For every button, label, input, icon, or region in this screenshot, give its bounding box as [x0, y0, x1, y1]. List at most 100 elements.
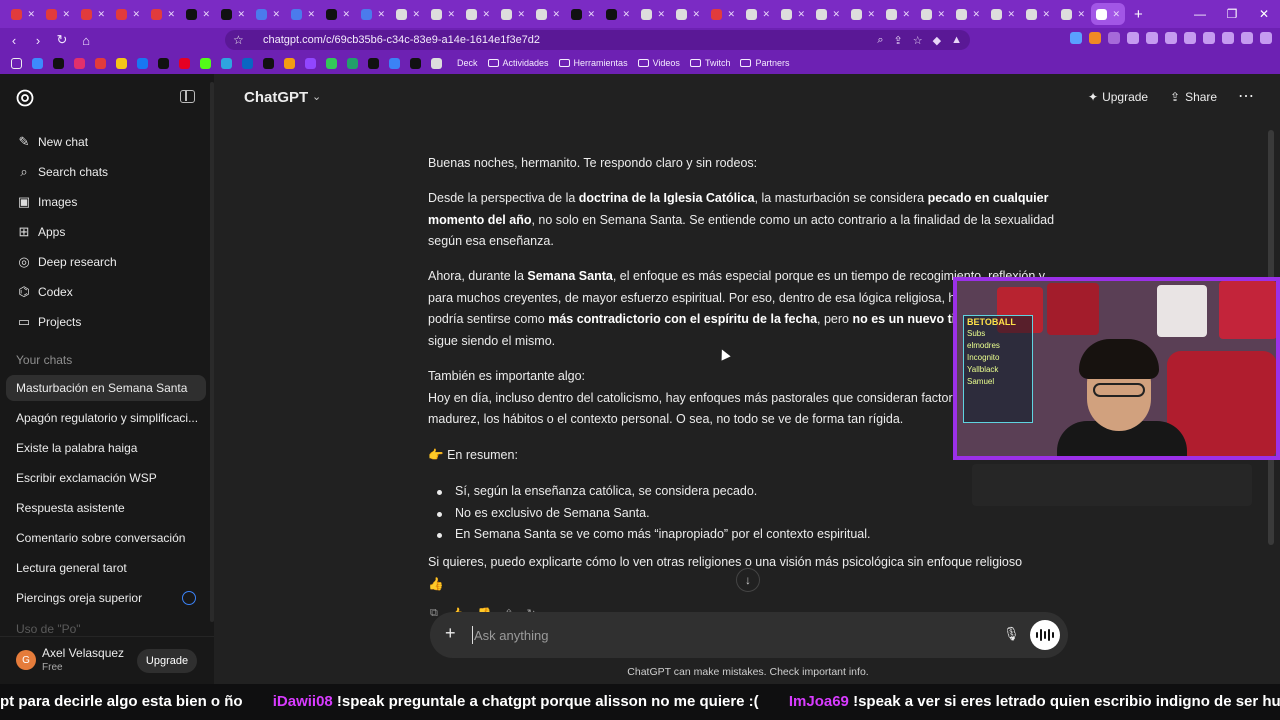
sidebar-item-new-chat[interactable]: ✎ New chat	[6, 128, 206, 156]
bookmark-favicon[interactable]	[116, 57, 127, 69]
bookmark-favicon[interactable]	[53, 57, 64, 69]
browser-tab[interactable]: ✕	[776, 3, 810, 25]
bookmark-icon[interactable]: ☆	[233, 33, 251, 47]
browser-tab[interactable]: ✕	[951, 3, 985, 25]
sidebar-item-projects[interactable]: ▭ Projects	[6, 308, 206, 336]
url-text[interactable]: chatgpt.com/c/69cb35b6-c34c-83e9-a14e-16…	[263, 34, 540, 46]
bookmark-folder-twitch[interactable]: Twitch	[689, 58, 730, 68]
extension-icon[interactable]	[1260, 32, 1272, 44]
extension-icon[interactable]	[1146, 32, 1158, 44]
home-icon[interactable]: ⌂	[76, 33, 96, 48]
sidebar-toggle-icon[interactable]	[180, 90, 195, 103]
browser-tab[interactable]: ✕	[6, 3, 40, 25]
browser-tab[interactable]: ✕	[76, 3, 110, 25]
browser-tab[interactable]: ✕	[251, 3, 285, 25]
browser-tab[interactable]: ✕	[111, 3, 145, 25]
chat-history-item[interactable]: Masturbación en Semana Santa	[6, 375, 206, 401]
openai-logo-icon[interactable]	[15, 88, 35, 108]
extension-icon[interactable]	[1222, 32, 1234, 44]
browser-tab[interactable]: ✕	[846, 3, 880, 25]
browser-tab[interactable]: ✕	[671, 3, 705, 25]
sidebar-item-codex[interactable]: ⌬ Codex	[6, 278, 206, 306]
star-icon[interactable]: ☆	[913, 34, 923, 47]
sidebar-scrollbar[interactable]	[210, 82, 214, 622]
sidebar-item-apps[interactable]: ⊞ Apps	[6, 218, 206, 246]
bookmark-favicon[interactable]	[95, 57, 106, 69]
browser-tab-active[interactable]: ✕	[1091, 3, 1125, 25]
bookmark-favicon[interactable]	[368, 57, 379, 69]
alert-icon[interactable]: ▲	[951, 34, 962, 47]
browser-tab[interactable]: ✕	[531, 3, 565, 25]
bookmark-favicon[interactable]	[305, 57, 316, 69]
chat-history-item[interactable]: Piercings oreja superior	[6, 585, 206, 611]
browser-tab[interactable]: ✕	[601, 3, 635, 25]
browser-tab[interactable]: ✕	[286, 3, 320, 25]
browser-tab[interactable]: ✕	[566, 3, 600, 25]
restore-icon[interactable]: ❐	[1216, 0, 1248, 28]
bookmark-favicon[interactable]	[326, 57, 337, 69]
bookmark-folder-actividades[interactable]: Actividades	[487, 58, 549, 68]
add-attachment-icon[interactable]: +	[445, 623, 456, 644]
bookmark-deck[interactable]: Deck	[457, 58, 478, 68]
share-page-icon[interactable]: ⇪	[894, 34, 903, 47]
prompt-input[interactable]	[472, 626, 972, 644]
bookmark-favicon[interactable]	[242, 57, 253, 69]
browser-tab[interactable]: ✕	[216, 3, 250, 25]
sidebar-item-deep-research[interactable]: ◎ Deep research	[6, 248, 206, 276]
bookmark-folder-videos[interactable]: Videos	[637, 58, 680, 68]
chat-history-item[interactable]: Apagón regulatorio y simplificaci...	[6, 405, 206, 431]
chat-history-item[interactable]: Respuesta asistente	[6, 495, 206, 521]
sidebar-item-search-chats[interactable]: ⌕ Search chats	[6, 158, 206, 186]
browser-tab[interactable]: ✕	[706, 3, 740, 25]
extension-icon[interactable]: ◆	[933, 34, 941, 47]
model-selector[interactable]: ChatGPT	[244, 89, 308, 106]
browser-tab[interactable]: ✕	[356, 3, 390, 25]
zoom-icon[interactable]: ⌕	[877, 34, 883, 47]
browser-tab[interactable]: ✕	[321, 3, 355, 25]
reload-icon[interactable]: ↻	[52, 32, 72, 48]
extension-icon[interactable]	[1070, 32, 1082, 44]
chat-history-item[interactable]: Escribir exclamación WSP	[6, 465, 206, 491]
address-bar[interactable]: ☆ chatgpt.com/c/69cb35b6-c34c-83e9-a14e-…	[225, 30, 970, 50]
browser-tab[interactable]: ✕	[41, 3, 75, 25]
bookmark-favicon[interactable]	[158, 57, 169, 69]
extension-icon[interactable]	[1108, 32, 1120, 44]
microphone-icon[interactable]: 🎙	[1003, 626, 1020, 642]
browser-tab[interactable]: ✕	[1021, 3, 1055, 25]
share-button[interactable]: ⇪ Share	[1170, 90, 1217, 104]
browser-tab[interactable]: ✕	[636, 3, 670, 25]
minimize-icon[interactable]: —	[1184, 0, 1216, 28]
close-window-icon[interactable]: ✕	[1248, 0, 1280, 28]
chat-history-item[interactable]: Uso de "Po"	[16, 622, 81, 636]
browser-tab[interactable]: ✕	[986, 3, 1020, 25]
chat-history-item[interactable]: Comentario sobre conversación	[6, 525, 206, 551]
extension-icon[interactable]	[1127, 32, 1139, 44]
browser-tab[interactable]: ✕	[181, 3, 215, 25]
browser-tab[interactable]: ✕	[881, 3, 915, 25]
chat-history-item[interactable]: Existe la palabra haiga	[6, 435, 206, 461]
bookmark-favicon[interactable]	[347, 57, 358, 69]
voice-mode-button[interactable]	[1030, 620, 1060, 650]
apps-icon[interactable]	[11, 57, 22, 69]
sidebar-item-images[interactable]: ▣ Images	[6, 188, 206, 216]
chat-history-item[interactable]: Lectura general tarot	[6, 555, 206, 581]
browser-tab[interactable]: ✕	[811, 3, 845, 25]
bookmark-favicon[interactable]	[263, 57, 274, 69]
bookmark-favicon[interactable]	[431, 57, 442, 69]
extension-icon[interactable]	[1203, 32, 1215, 44]
scroll-to-bottom-button[interactable]: ↓	[736, 568, 760, 592]
browser-tab[interactable]: ✕	[461, 3, 495, 25]
bookmark-favicon[interactable]	[74, 57, 85, 69]
bookmark-favicon[interactable]	[389, 57, 400, 69]
sidebar-upgrade-button[interactable]: Upgrade	[137, 649, 197, 673]
extension-icon[interactable]	[1089, 32, 1101, 44]
browser-tab[interactable]: ✕	[1056, 3, 1090, 25]
browser-tab[interactable]: ✕	[741, 3, 775, 25]
extension-icon[interactable]	[1184, 32, 1196, 44]
forward-icon[interactable]: ›	[28, 33, 48, 48]
bookmark-favicon[interactable]	[179, 57, 190, 69]
chevron-down-icon[interactable]: ⌄	[312, 90, 321, 103]
user-profile[interactable]: G Axel Velasquez Free Upgrade	[0, 636, 214, 684]
avatar[interactable]: G	[16, 650, 36, 670]
browser-tab[interactable]: ✕	[391, 3, 425, 25]
